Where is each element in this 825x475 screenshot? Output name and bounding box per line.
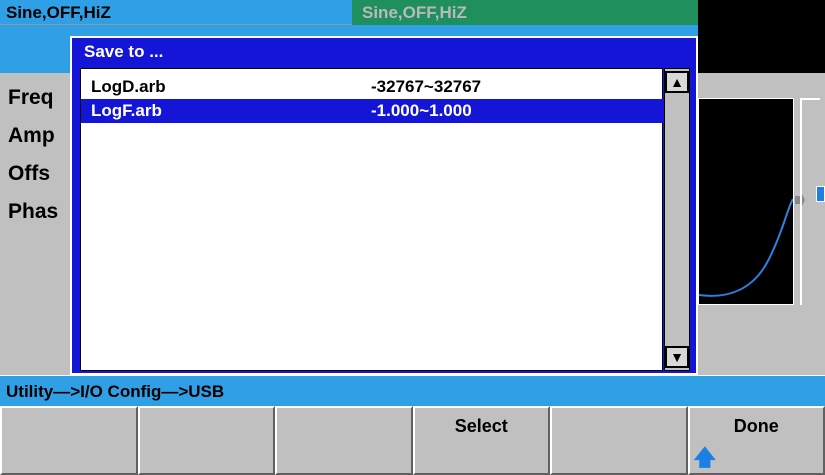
softkey-1[interactable] — [0, 406, 138, 475]
softkey-2[interactable] — [137, 406, 275, 475]
file-list[interactable]: LogD.arb -32767~32767 LogF.arb -1.000~1.… — [80, 68, 664, 371]
channel1-status-tab: Sine,OFF,HiZ — [0, 0, 352, 25]
softkey-bar: Select Done 🡅 — [0, 406, 825, 475]
scroll-up-arrow-icon[interactable]: ▲ — [665, 71, 689, 93]
select-label: Select — [454, 416, 508, 436]
file-name: LogD.arb — [91, 77, 166, 96]
file-list-scrollbar[interactable]: ▲ ▼ — [664, 68, 690, 371]
param-offset-label: Offs — [8, 162, 50, 185]
save-dialog: Save to ... LogD.arb -32767~32767 LogF.a… — [70, 36, 698, 375]
waveform-preview — [698, 98, 794, 305]
up-arrow-icon: 🡅 — [693, 445, 717, 470]
select-button[interactable]: Select — [412, 406, 550, 475]
level-marker — [816, 186, 825, 202]
file-name: LogF.arb — [91, 101, 162, 120]
softkey-5[interactable] — [550, 406, 688, 475]
file-range: -1.000~1.000 — [371, 101, 472, 120]
file-row-logf[interactable]: LogF.arb -1.000~1.000 — [81, 99, 664, 123]
param-freq-label: Freq — [8, 86, 54, 109]
param-amp-label: Amp — [8, 124, 55, 147]
file-row-logd[interactable]: LogD.arb -32767~32767 — [81, 75, 664, 99]
channel2-status-tab: Sine,OFF,HiZ — [352, 0, 698, 25]
menu-path-breadcrumb: Utility—>I/O Config—>USB — [0, 375, 825, 406]
file-range: -32767~32767 — [371, 77, 482, 96]
waveform-curve — [698, 198, 794, 297]
done-label: Done — [733, 416, 779, 436]
scroll-down-arrow-icon[interactable]: ▼ — [665, 346, 689, 368]
softkey-3[interactable] — [275, 406, 413, 475]
dialog-title: Save to ... — [84, 42, 164, 61]
param-phase-label: Phas — [8, 200, 59, 223]
done-button[interactable]: Done 🡅 — [687, 406, 825, 475]
